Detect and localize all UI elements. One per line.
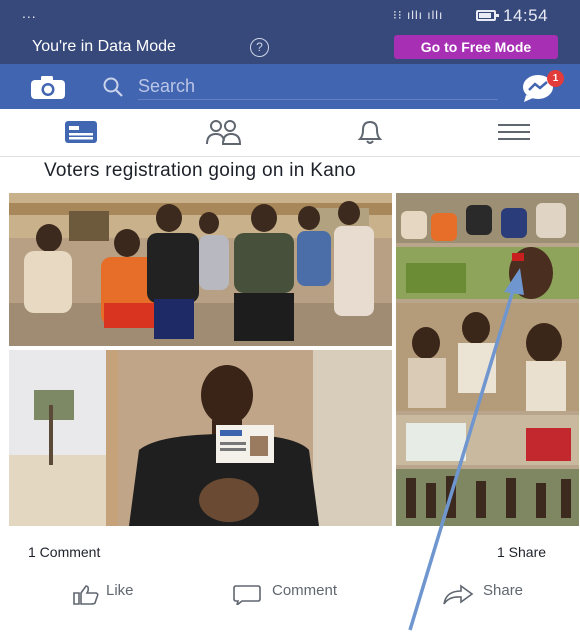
data-mode-banner: You're in Data Mode ? Go to Free Mode	[0, 30, 580, 64]
signal-icon: ⁝⁝ ıllı ıllı	[393, 8, 444, 22]
friends-icon[interactable]	[204, 117, 244, 147]
post-text: Voters registration going on in Kano	[44, 160, 356, 181]
share-count[interactable]: 1 Share	[497, 544, 546, 560]
photo-voters-queue[interactable]	[9, 193, 392, 346]
camera-icon[interactable]	[30, 76, 68, 100]
data-mode-text: You're in Data Mode	[32, 38, 176, 55]
search-header: 1	[0, 64, 580, 109]
notification-badge: 1	[547, 70, 564, 87]
clock: 14:54	[503, 6, 549, 25]
more-icon: ...	[22, 5, 37, 21]
share-button[interactable]: Share	[483, 582, 523, 599]
share-icon[interactable]	[441, 583, 475, 605]
status-bar: ... ⁝⁝ ıllı ıllı 14:54	[0, 0, 580, 30]
help-icon[interactable]: ?	[250, 38, 269, 57]
nav-tabs	[0, 109, 580, 157]
comment-count[interactable]: 1 Comment	[28, 544, 100, 560]
notifications-icon[interactable]	[350, 117, 390, 147]
like-icon[interactable]	[71, 583, 101, 605]
photo-boy-with-card[interactable]	[9, 350, 392, 526]
free-mode-button[interactable]: Go to Free Mode	[394, 35, 558, 59]
photo-collage-strip[interactable]	[396, 193, 579, 526]
photo-grid[interactable]	[9, 193, 579, 526]
comment-button[interactable]: Comment	[272, 582, 337, 599]
news-feed-icon[interactable]	[62, 117, 102, 147]
menu-icon[interactable]	[494, 117, 534, 147]
comment-icon[interactable]	[232, 583, 262, 605]
search-input[interactable]	[138, 74, 498, 100]
search-icon	[103, 77, 123, 97]
like-button[interactable]: Like	[106, 582, 134, 599]
battery-icon	[476, 10, 499, 21]
